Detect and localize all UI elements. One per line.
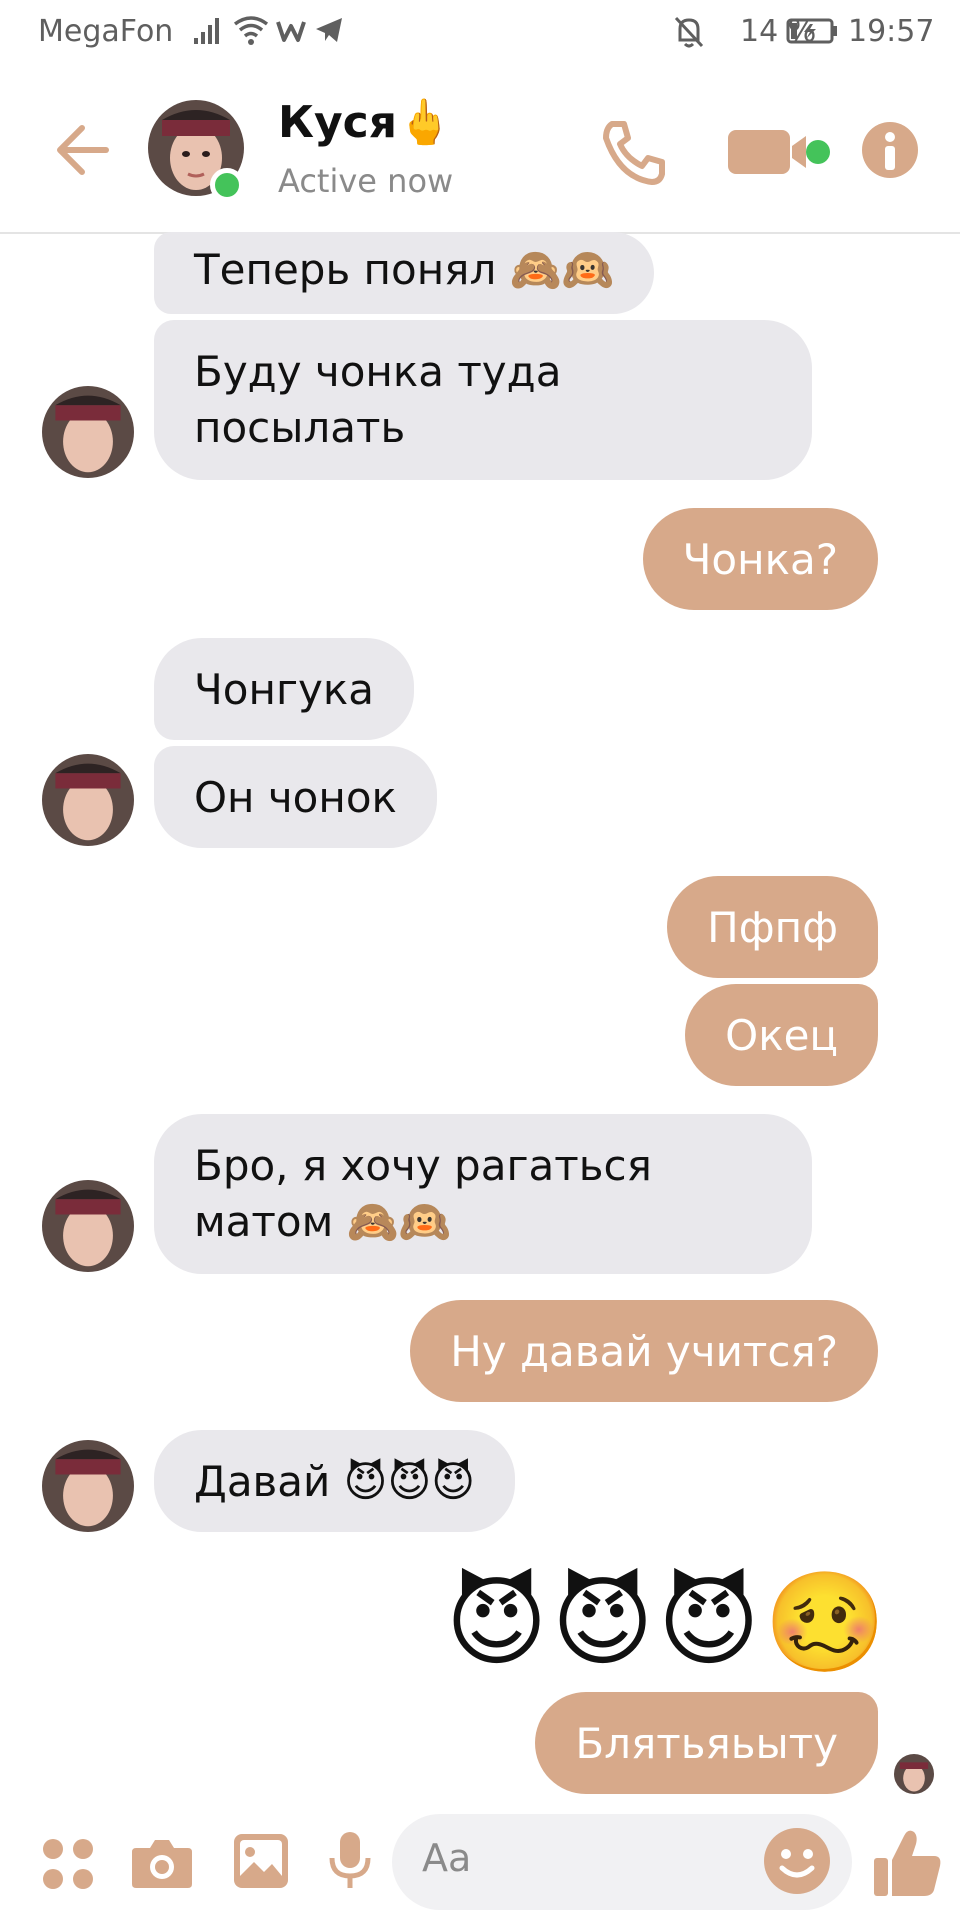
incoming-message[interactable]: Чонгука [154,638,414,740]
info-icon[interactable] [860,120,920,180]
read-receipt-avatar [894,1754,934,1794]
wifi-icon [233,16,269,45]
contact-name[interactable]: Куся🖕 [278,96,452,148]
gallery-icon[interactable] [232,1832,290,1890]
mute-bell-icon [674,16,704,48]
online-indicator [210,168,244,202]
battery-icon [786,18,837,44]
back-arrow-icon[interactable] [52,122,112,178]
contact-avatar-small [42,386,134,478]
telegram-icon [316,18,342,42]
active-status: Active now [278,162,454,200]
call-icon[interactable] [598,116,670,188]
incoming-message[interactable]: Бро, я хочу рагаться матом 🙈🙉 [154,1114,812,1274]
incoming-message[interactable]: Он чонок [154,746,437,848]
outgoing-emoji-message[interactable]: 😈😈😈🥴 [445,1568,890,1678]
status-bar: MegaFon 14 % 19:57 [0,0,960,66]
incoming-message[interactable]: Давай 😈😈😈 [154,1430,516,1532]
outgoing-message[interactable]: Блятьяьыту [535,1692,878,1794]
carrier-label: MegaFon [38,14,174,49]
message-input-placeholder: Aa [422,1836,472,1880]
outgoing-message[interactable]: Пфпф [667,876,878,978]
video-online-dot [806,140,830,164]
clock: 19:57 [848,14,935,49]
w-app-icon [276,21,306,42]
composer-bar: Aa [0,1800,960,1920]
emoji-icon[interactable] [762,1826,832,1896]
message-input[interactable]: Aa [392,1814,852,1910]
incoming-message[interactable]: Буду чонка туда посылать [154,320,812,480]
incoming-message[interactable]: Теперь понял 🙈🙉 [154,232,655,314]
name-emoji: 🖕 [396,97,452,148]
conversation-header: Куся🖕 Active now [0,66,960,234]
outgoing-message[interactable]: Чонка? [642,508,878,610]
camera-icon[interactable] [130,1834,194,1890]
outgoing-message[interactable]: Окец [685,984,878,1086]
contact-avatar-small [42,1440,134,1532]
outgoing-message[interactable]: Ну давай учится? [410,1300,878,1402]
signal-icon [194,18,219,44]
contact-avatar-small [42,754,134,846]
mic-icon[interactable] [328,1830,372,1892]
apps-icon[interactable] [40,1836,96,1892]
thumbs-up-icon[interactable] [872,1826,944,1900]
contact-avatar-small [42,1180,134,1272]
